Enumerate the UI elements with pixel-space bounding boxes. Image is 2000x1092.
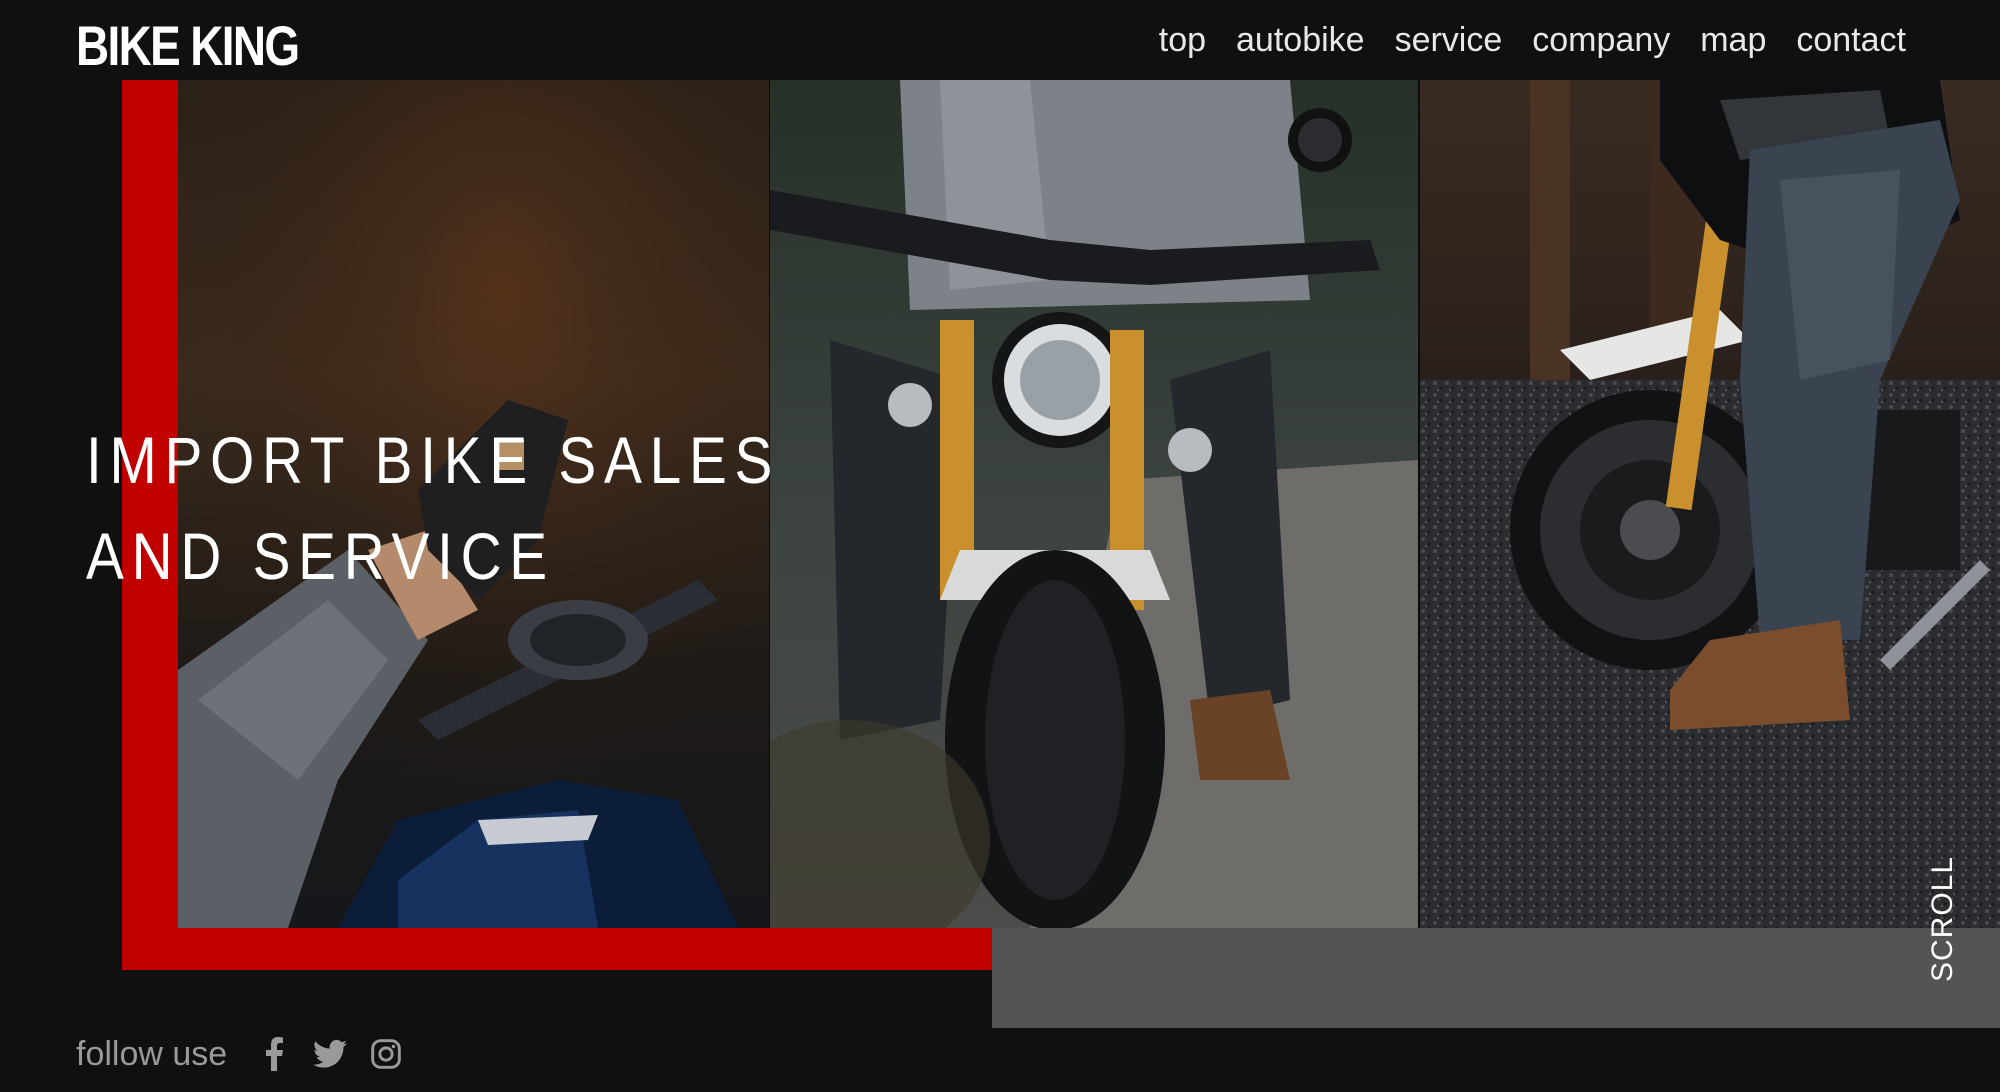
- social-follow: follow use: [76, 1030, 403, 1078]
- nav-link-company[interactable]: company: [1532, 16, 1670, 64]
- page: BIKE KING top autobike service company m…: [0, 0, 2000, 1092]
- follow-label: follow use: [76, 1035, 228, 1073]
- main-nav: top autobike service company map contact: [1159, 16, 1906, 64]
- nav-link-autobike[interactable]: autobike: [1236, 16, 1365, 64]
- nav-link-contact[interactable]: contact: [1796, 16, 1906, 64]
- facebook-icon[interactable]: [257, 1037, 291, 1071]
- red-frame-horizontal: [122, 928, 992, 970]
- hero-heading-line-2: AND SERVICE: [86, 519, 555, 593]
- hero-heading-line-1: IMPORT BIKE SALES: [86, 423, 781, 497]
- nav-link-top[interactable]: top: [1159, 16, 1206, 64]
- scroll-indicator[interactable]: SCROLL: [1926, 856, 1960, 982]
- nav-link-map[interactable]: map: [1700, 16, 1766, 64]
- gray-footer-bar: [992, 928, 2000, 1028]
- instagram-icon[interactable]: [369, 1037, 403, 1071]
- hero-photo-side-bike: [1420, 80, 2000, 928]
- hero-photo-front-bike: [770, 80, 1418, 928]
- twitter-icon[interactable]: [313, 1037, 348, 1071]
- nav-link-service[interactable]: service: [1395, 16, 1503, 64]
- site-logo[interactable]: BIKE KING: [76, 14, 300, 78]
- hero-heading: IMPORT BIKE SALES AND SERVICE: [86, 412, 780, 604]
